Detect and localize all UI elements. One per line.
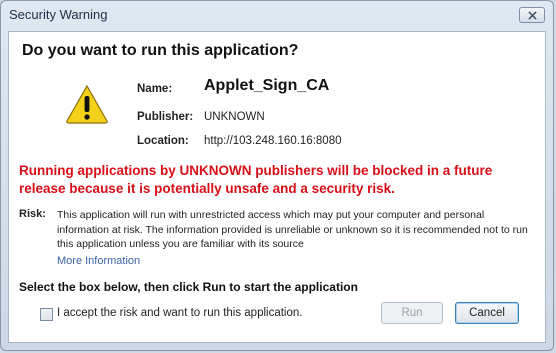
location-label: Location: — [137, 135, 189, 147]
security-warning-dialog: Security Warning Do you want to run this… — [0, 0, 554, 351]
more-information-link[interactable]: More Information — [57, 255, 140, 267]
risk-description: This application will run with unrestric… — [57, 209, 528, 250]
dialog-content: Do you want to run this application? Nam… — [8, 31, 546, 343]
cancel-button[interactable]: Cancel — [455, 302, 519, 324]
dialog-heading: Do you want to run this application? — [22, 42, 299, 59]
blocking-warning-text: Running applications by UNKNOWN publishe… — [19, 163, 493, 196]
run-button[interactable]: Run — [381, 302, 443, 324]
publisher-value: UNKNOWN — [204, 111, 265, 123]
name-label: Name: — [137, 83, 173, 95]
publisher-label: Publisher: — [137, 111, 194, 123]
application-name: Applet_Sign_CA — [204, 77, 330, 94]
close-button[interactable] — [519, 7, 545, 23]
close-icon — [527, 10, 537, 20]
warning-icon — [66, 84, 108, 124]
accept-risk-checkbox[interactable] — [40, 308, 53, 321]
instruction-text: Select the box below, then click Run to … — [19, 280, 358, 294]
location-value: http://103.248.160.16:8080 — [204, 135, 342, 147]
risk-label: Risk: — [19, 208, 46, 220]
accept-risk-label[interactable]: I accept the risk and want to run this a… — [57, 307, 302, 319]
window-title: Security Warning — [9, 7, 108, 22]
title-bar[interactable]: Security Warning — [1, 1, 553, 29]
